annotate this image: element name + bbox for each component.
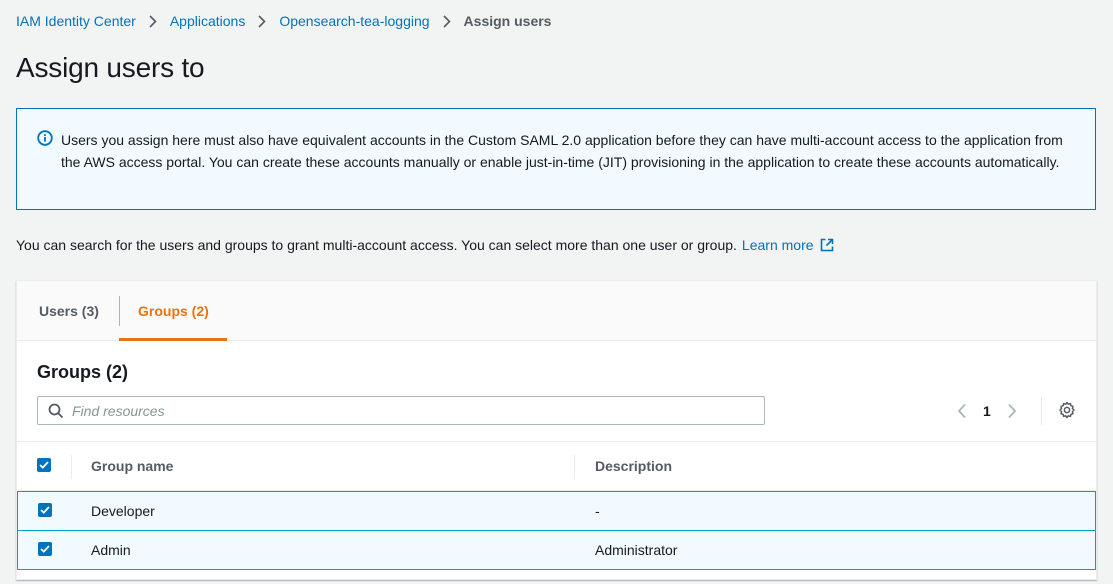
page-number[interactable]: 1 — [983, 403, 991, 419]
help-description: You can search for the users and groups … — [16, 237, 737, 253]
learn-more-link[interactable]: Learn more — [742, 237, 834, 253]
tab-users[interactable]: Users (3) — [39, 281, 99, 341]
search-icon — [48, 403, 64, 424]
chevron-right-icon — [258, 14, 266, 28]
assign-container: Users (3) Groups (2) Groups (2) 1 — [16, 280, 1097, 580]
learn-more-label: Learn more — [741, 237, 814, 253]
column-header-group-name[interactable]: Group name — [91, 442, 173, 490]
checkmark-icon — [39, 461, 49, 469]
breadcrumb-application[interactable]: Opensearch-tea-logging — [279, 13, 429, 29]
breadcrumb: IAM Identity Center Applications Opensea… — [16, 12, 551, 30]
column-divider — [71, 455, 72, 479]
tab-bar: Users (3) Groups (2) — [17, 281, 1096, 341]
alert-text: Users you assign here must also have equ… — [61, 132, 1063, 170]
chevron-right-icon — [442, 14, 451, 28]
breadcrumb-applications[interactable]: Applications — [170, 13, 246, 29]
chevron-right-icon — [1008, 403, 1017, 419]
table-row[interactable]: Developer - — [17, 491, 1096, 531]
group-name-cell: Developer — [91, 503, 155, 519]
groups-panel-title: Groups (2) — [37, 362, 129, 382]
chevron-right-icon — [149, 14, 157, 28]
group-name-cell: Admin — [91, 542, 131, 558]
row-checkbox[interactable] — [38, 503, 52, 517]
column-divider — [574, 455, 575, 479]
info-alert: Users you assign here must also have equ… — [16, 108, 1096, 210]
external-link-icon — [820, 238, 833, 252]
checkmark-icon — [40, 506, 50, 514]
breadcrumb-iam-identity-center[interactable]: IAM Identity Center — [16, 13, 136, 29]
previous-page-button[interactable] — [953, 399, 971, 423]
pagination-divider — [1041, 397, 1042, 425]
pagination: 1 — [953, 399, 1021, 423]
info-icon — [37, 130, 53, 152]
search-input[interactable] — [72, 397, 752, 424]
select-all-checkbox[interactable] — [37, 458, 51, 472]
next-page-button[interactable] — [1003, 399, 1021, 423]
description-cell: - — [595, 503, 600, 519]
page-title: Assign users to — [16, 52, 205, 83]
description-cell: Administrator — [595, 542, 678, 558]
table-header: Group name Description — [17, 441, 1096, 491]
settings-button[interactable] — [1058, 401, 1076, 419]
gear-icon — [1059, 401, 1075, 419]
help-text: You can search for the users and groups … — [16, 236, 834, 254]
chevron-left-icon — [957, 403, 966, 419]
row-checkbox[interactable] — [38, 542, 52, 556]
table-row[interactable]: Admin Administrator — [17, 530, 1096, 570]
column-header-description[interactable]: Description — [595, 442, 672, 490]
tab-groups[interactable]: Groups (2) — [119, 281, 227, 341]
breadcrumb-current: Assign users — [463, 13, 552, 29]
search-box — [37, 396, 765, 425]
checkmark-icon — [40, 545, 50, 553]
